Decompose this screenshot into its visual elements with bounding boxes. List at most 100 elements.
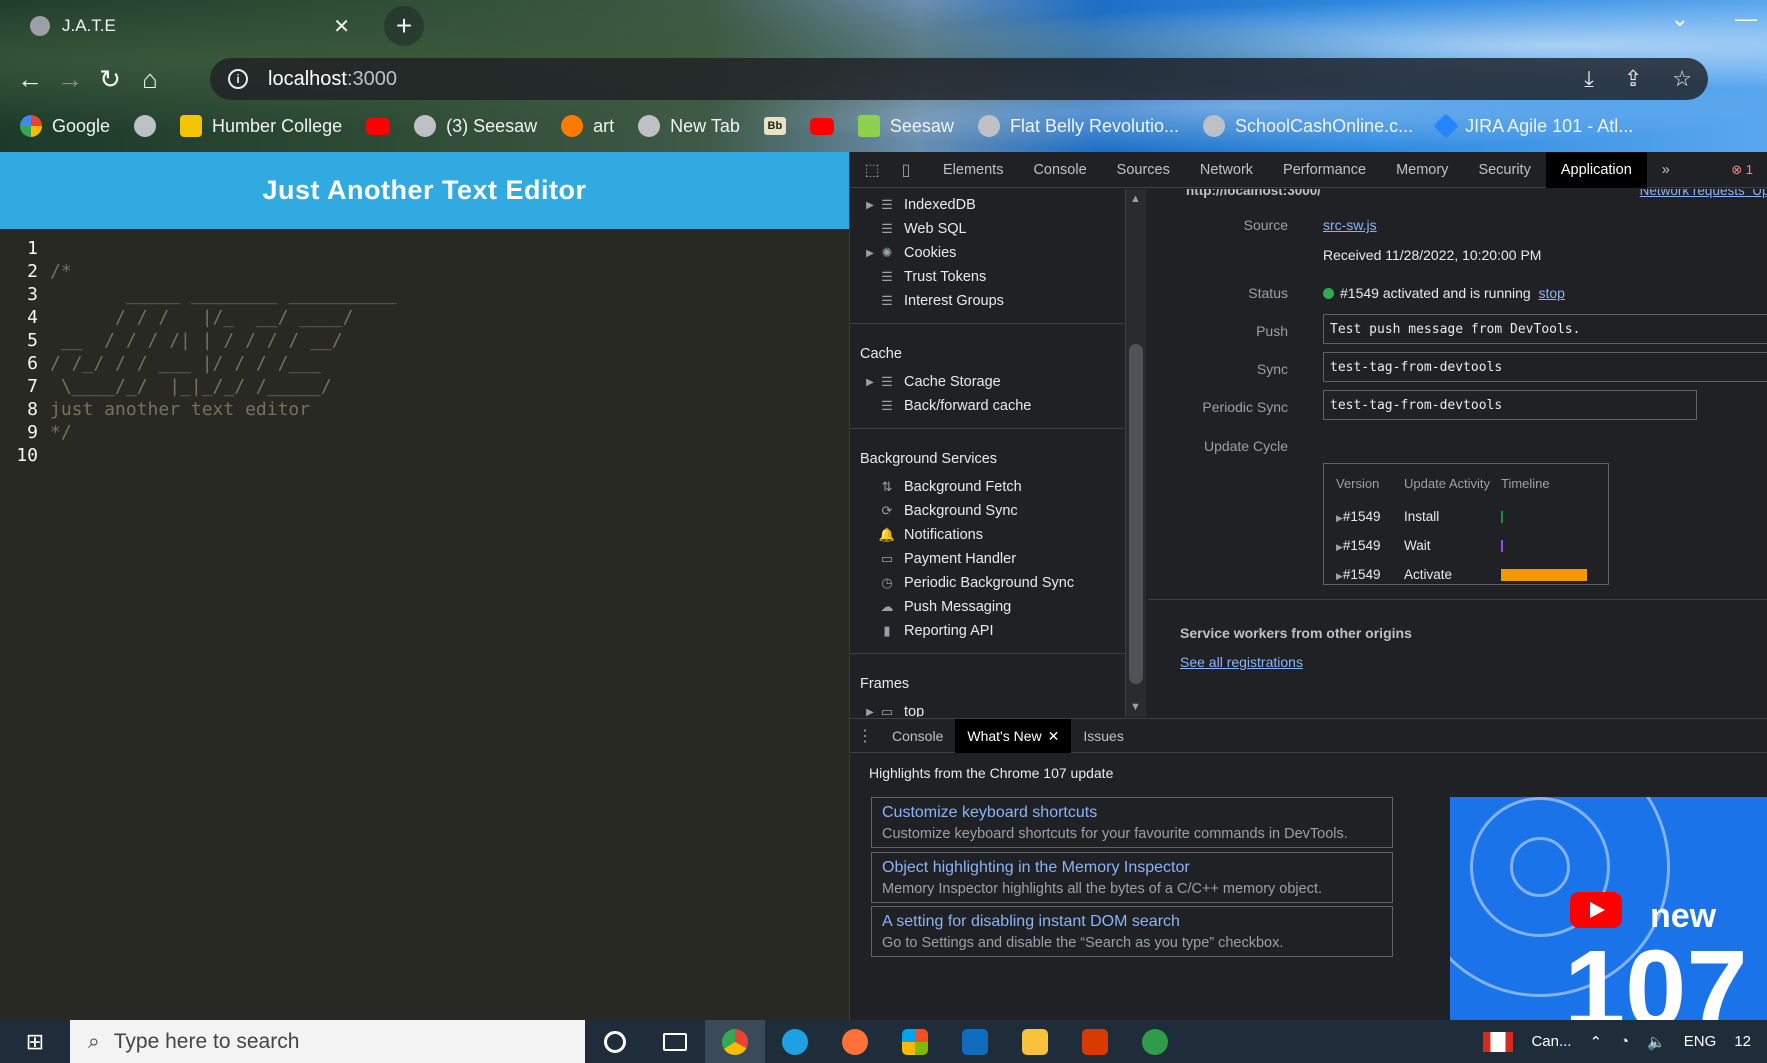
tab-network[interactable]: Network — [1185, 152, 1268, 188]
sidebar-item[interactable]: ▮ Reporting API — [850, 619, 1125, 643]
sidebar-item[interactable]: ☰ Web SQL — [850, 217, 1125, 241]
tab-elements[interactable]: Elements — [928, 152, 1018, 188]
sidebar-item[interactable]: ▶ ✺ Cookies — [850, 241, 1125, 265]
weather-text[interactable]: Can... — [1531, 1033, 1571, 1050]
file-explorer-taskbar-icon[interactable] — [1005, 1020, 1065, 1063]
browser-tab[interactable]: J.A.T.E ✕ — [16, 6, 364, 46]
tab-security[interactable]: Security — [1463, 152, 1545, 188]
forward-arrow-icon[interactable]: → — [50, 59, 90, 99]
card-title-link[interactable]: Customize keyboard shortcuts — [882, 802, 1382, 824]
new-tab-button[interactable]: + — [384, 6, 424, 46]
close-icon[interactable]: ✕ — [333, 14, 350, 39]
version-cell[interactable]: ▶#1549 — [1336, 509, 1404, 524]
bookmark-item[interactable]: Bb — [763, 117, 786, 135]
sidebar-item[interactable]: ☰ Back/forward cache — [850, 394, 1125, 418]
taskbar-search[interactable]: ⌕ Type here to search — [70, 1020, 585, 1063]
sync-input[interactable] — [1323, 352, 1767, 382]
push-input[interactable] — [1323, 314, 1767, 344]
bookmark-item[interactable]: (3) Seesaw — [414, 115, 537, 137]
firefox-taskbar-icon[interactable] — [825, 1020, 885, 1063]
network-requests-link[interactable]: Network requests Upd — [1640, 189, 1767, 198]
update-cycle-row[interactable]: ▶#1549 Wait — [1324, 531, 1608, 560]
whats-new-card[interactable]: Object highlighting in the Memory Inspec… — [871, 851, 1393, 903]
sidebar-item[interactable]: ⇅ Background Fetch — [850, 475, 1125, 499]
bookmark-item[interactable]: SchoolCashOnline.c... — [1203, 115, 1413, 137]
clock-text[interactable]: 12 — [1734, 1033, 1751, 1050]
tab-sources[interactable]: Sources — [1102, 152, 1185, 188]
version-cell[interactable]: ▶#1549 — [1336, 567, 1404, 582]
drawer-tab-console[interactable]: Console — [880, 719, 955, 753]
close-icon[interactable]: ✕ — [1048, 728, 1060, 744]
device-toggle-icon[interactable]: ▯ — [894, 160, 918, 180]
expand-arrow-icon[interactable]: ▶ — [1336, 571, 1343, 581]
volume-icon[interactable]: 🔈 — [1647, 1033, 1666, 1051]
bookmark-item[interactable]: Humber College — [180, 115, 342, 137]
whats-new-card[interactable]: A setting for disabling instant DOM sear… — [871, 906, 1393, 957]
sidebar-item[interactable]: ☁ Push Messaging — [850, 595, 1125, 619]
edge-taskbar-icon[interactable] — [765, 1020, 825, 1063]
sidebar-item[interactable]: ▭ Payment Handler — [850, 547, 1125, 571]
sidebar-item[interactable]: ◷ Periodic Background Sync — [850, 571, 1125, 595]
more-tabs-icon[interactable]: » — [1647, 152, 1685, 188]
reload-icon[interactable]: ↻ — [90, 59, 130, 99]
sidebar-item[interactable]: ▶ ▭ top — [850, 700, 1125, 717]
scroll-down-icon[interactable]: ▼ — [1130, 701, 1141, 713]
cortana-icon[interactable] — [585, 1020, 645, 1063]
app-taskbar-icon[interactable] — [1125, 1020, 1185, 1063]
tab-memory[interactable]: Memory — [1381, 152, 1463, 188]
error-count-badge[interactable]: ⊗ 1 — [1731, 162, 1753, 178]
bookmark-item[interactable]: Google — [20, 115, 110, 137]
home-icon[interactable]: ⌂ — [130, 59, 170, 99]
chevron-down-icon[interactable]: ⌄ — [1671, 6, 1689, 32]
star-icon[interactable]: ☆ — [1672, 66, 1692, 92]
mail-taskbar-icon[interactable] — [945, 1020, 1005, 1063]
language-indicator[interactable]: ENG — [1684, 1033, 1717, 1050]
windows-start-icon[interactable]: ⊞ — [0, 1029, 70, 1055]
update-link[interactable]: Upd — [1752, 189, 1767, 198]
store-taskbar-icon[interactable] — [885, 1020, 945, 1063]
info-icon[interactable]: i — [228, 69, 248, 89]
bookmark-item[interactable] — [809, 117, 834, 135]
drawer-tab-what-s-new[interactable]: What's New ✕ — [955, 718, 1072, 753]
install-icon[interactable]: ⤓ — [1584, 66, 1594, 92]
chrome-taskbar-icon[interactable] — [705, 1020, 765, 1063]
scrollbar-thumb[interactable] — [1129, 344, 1143, 684]
sidebar-item[interactable]: ▶ ☰ IndexedDB — [850, 193, 1125, 217]
update-cycle-row[interactable]: ▶#1549 Activate — [1324, 560, 1608, 589]
bookmark-item[interactable]: art — [561, 115, 614, 137]
bookmark-item[interactable]: New Tab — [638, 115, 740, 137]
expand-arrow-icon[interactable]: ▶ — [862, 707, 878, 718]
scroll-up-icon[interactable]: ▲ — [1130, 193, 1141, 205]
expand-arrow-icon[interactable]: ▶ — [862, 377, 878, 388]
back-arrow-icon[interactable]: ← — [10, 59, 50, 99]
expand-arrow-icon[interactable]: ▶ — [862, 248, 878, 259]
bookmark-item[interactable] — [134, 115, 157, 137]
expand-arrow-icon[interactable]: ▶ — [862, 200, 878, 211]
periodic-sync-input[interactable] — [1323, 390, 1697, 420]
code-editor[interactable]: 1 2/* 3 _____ ________ __________ 4 / / / |… — [0, 229, 849, 467]
minimize-icon[interactable]: — — [1735, 6, 1757, 32]
card-title-link[interactable]: Object highlighting in the Memory Inspec… — [882, 857, 1382, 879]
source-link[interactable]: src-sw.js — [1323, 217, 1377, 233]
bookmark-item[interactable]: JIRA Agile 101 - Atl... — [1433, 113, 1633, 139]
kebab-menu-icon[interactable]: ⋮ — [850, 726, 880, 746]
bookmark-item[interactable] — [366, 117, 391, 135]
sidebar-item[interactable]: 🔔 Notifications — [850, 523, 1125, 547]
chrome-107-video-thumbnail[interactable]: new 107 — [1450, 797, 1767, 1021]
bookmark-item[interactable]: Flat Belly Revolutio... — [977, 115, 1179, 137]
update-cycle-row[interactable]: ▶#1549 Install — [1324, 502, 1608, 531]
sidebar-item[interactable]: ☰ Trust Tokens — [850, 265, 1125, 289]
office-taskbar-icon[interactable] — [1065, 1020, 1125, 1063]
whats-new-card[interactable]: Customize keyboard shortcuts Customize ke… — [871, 797, 1393, 848]
bookmark-item[interactable]: Seesaw — [857, 115, 954, 137]
sidebar-item[interactable]: ▶ ☰ Cache Storage — [850, 370, 1125, 394]
expand-arrow-icon[interactable]: ▶ — [1336, 513, 1343, 523]
card-title-link[interactable]: A setting for disabling instant DOM sear… — [882, 911, 1382, 933]
sidebar-item[interactable]: ☰ Interest Groups — [850, 289, 1125, 313]
network-icon[interactable]: ◔ — [1620, 1033, 1629, 1050]
network-requests-label[interactable]: Network requests — [1640, 189, 1745, 198]
stop-link[interactable]: stop — [1538, 285, 1564, 301]
task-view-icon[interactable] — [645, 1020, 705, 1063]
sidebar-scrollbar[interactable]: ▲ ▼ — [1126, 189, 1146, 717]
address-bar[interactable]: i localhost:3000 ⤓ ⇪ ☆ — [210, 58, 1708, 100]
